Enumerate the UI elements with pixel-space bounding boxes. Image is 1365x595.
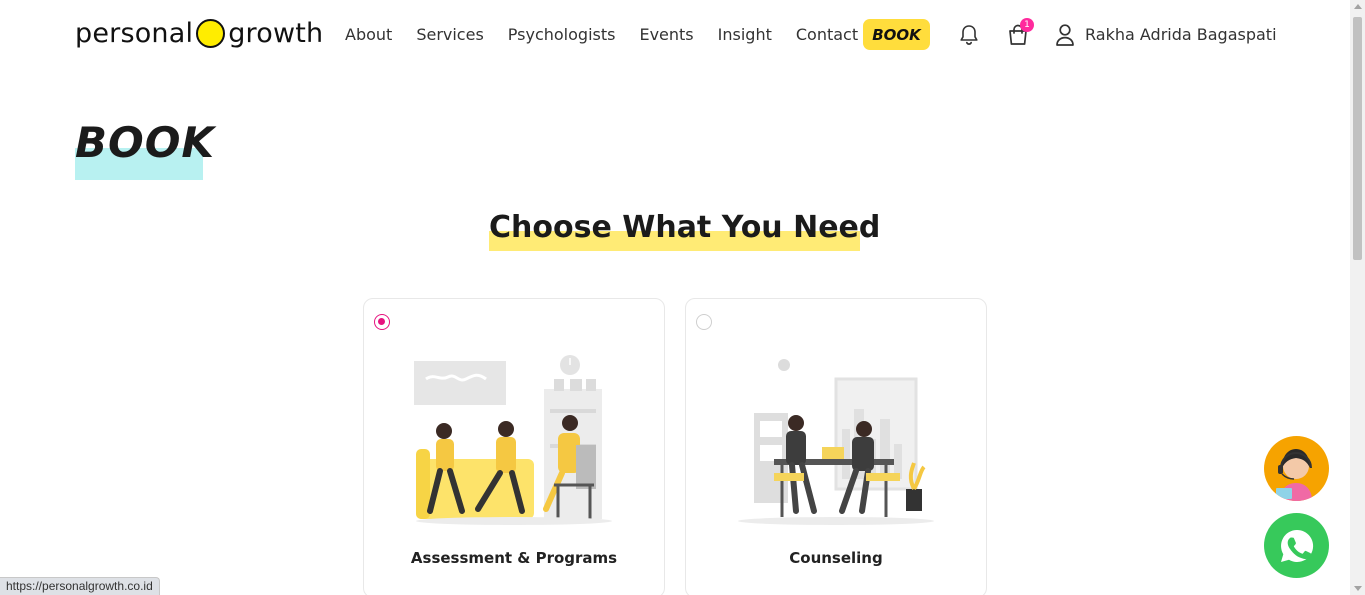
user-icon[interactable]	[1054, 23, 1076, 47]
option-radio-counseling[interactable]	[696, 314, 712, 330]
site-logo[interactable]: personal growth	[75, 18, 323, 49]
scroll-up-arrow-icon[interactable]	[1354, 4, 1362, 9]
page-title-block: BOOK	[75, 118, 215, 180]
nav-events[interactable]: Events	[639, 24, 693, 46]
bell-icon[interactable]	[957, 23, 981, 47]
scroll-down-arrow-icon[interactable]	[1354, 586, 1362, 591]
logo-dot	[196, 19, 226, 48]
whatsapp-icon	[1280, 529, 1313, 562]
option-radio-assessment[interactable]	[374, 314, 390, 330]
option-label-counseling: Counseling	[789, 549, 883, 567]
option-label-assessment: Assessment & Programs	[410, 549, 618, 567]
status-bar-url: https://personalgrowth.co.id	[0, 577, 160, 595]
nav-psychologists[interactable]: Psychologists	[508, 24, 616, 46]
nav-insight[interactable]: Insight	[718, 24, 772, 46]
section-heading-block: Choose What You Need	[489, 210, 881, 252]
cart-count-badge: 1	[1020, 18, 1034, 32]
site-header: personal growth About Services Psycholog…	[0, 0, 1350, 72]
nav-services[interactable]: Services	[416, 24, 483, 46]
section-heading: Choose What You Need	[489, 210, 881, 245]
page-title: BOOK	[75, 118, 215, 167]
scroll-thumb[interactable]	[1353, 17, 1362, 260]
book-button[interactable]: BOOK	[863, 19, 930, 50]
nav-contact[interactable]: Contact	[796, 24, 858, 46]
main-nav: About Services Psychologists Events Insi…	[345, 24, 882, 46]
support-agent-icon	[1276, 449, 1312, 501]
page-scrollbar[interactable]	[1350, 0, 1365, 595]
whatsapp-button[interactable]	[1264, 513, 1329, 578]
nav-about[interactable]: About	[345, 24, 392, 46]
logo-text-right: growth	[228, 18, 324, 49]
counseling-illustration	[738, 359, 934, 525]
assessment-illustration	[414, 355, 612, 525]
option-card-assessment[interactable]: Assessment & Programs	[363, 298, 665, 595]
logo-text-left: personal	[75, 18, 194, 49]
support-agent-button[interactable]	[1264, 436, 1329, 501]
option-card-counseling[interactable]: Counseling	[685, 298, 987, 595]
user-name[interactable]: Rakha Adrida Bagaspati	[1085, 25, 1277, 44]
